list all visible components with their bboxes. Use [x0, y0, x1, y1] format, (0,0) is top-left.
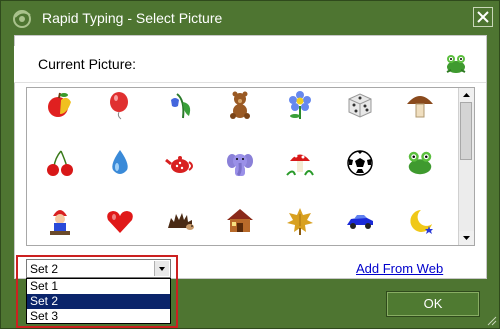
- picture-cherries[interactable]: [45, 148, 75, 178]
- mushroom-icon: [407, 96, 433, 118]
- cherries-icon: [47, 150, 73, 176]
- picture-car[interactable]: [345, 206, 375, 236]
- app-logo-icon: [13, 10, 31, 28]
- title-bar[interactable]: Rapid Typing - Select Picture: [1, 1, 499, 35]
- highlight-annotation: [16, 255, 178, 328]
- picture-soccer-ball[interactable]: [345, 148, 375, 178]
- picture-gnome[interactable]: [45, 206, 75, 236]
- window-title: Rapid Typing - Select Picture: [42, 10, 223, 26]
- current-picture-header: Current Picture:: [14, 46, 486, 83]
- close-button[interactable]: [473, 7, 493, 27]
- resize-grip-icon[interactable]: [487, 316, 497, 326]
- car-icon: [347, 215, 373, 229]
- water-drop-icon: [112, 150, 128, 174]
- picture-blue-flower[interactable]: [285, 90, 315, 120]
- arrow-up-icon: [463, 93, 470, 97]
- balloon-icon: [110, 92, 128, 120]
- picture-elephant[interactable]: [225, 148, 255, 178]
- gnome-icon: [50, 210, 70, 235]
- hedgehog-icon: [168, 213, 194, 230]
- current-picture-label: Current Picture:: [38, 56, 137, 72]
- frog-icon: [408, 151, 432, 175]
- heart-icon: [107, 211, 133, 233]
- picture-toadstool[interactable]: [285, 148, 315, 178]
- picture-teapot[interactable]: [165, 148, 195, 178]
- elephant-icon: [227, 154, 253, 177]
- dice-icon: [348, 93, 372, 118]
- picture-water-drop[interactable]: [105, 148, 135, 178]
- blue-flower-icon: [289, 91, 311, 119]
- ok-button[interactable]: OK: [386, 291, 480, 317]
- toadstool-icon: [286, 151, 314, 176]
- select-picture-dialog: Rapid Typing - Select Picture Current Pi…: [0, 0, 500, 329]
- add-from-web-link[interactable]: Add From Web: [356, 261, 443, 276]
- close-icon: [477, 11, 489, 23]
- picture-apple[interactable]: [45, 90, 75, 120]
- picture-frog[interactable]: [405, 148, 435, 178]
- picture-mushroom[interactable]: [405, 90, 435, 120]
- picture-dice[interactable]: [345, 90, 375, 120]
- picture-balloon[interactable]: [105, 90, 135, 120]
- scrollbar-thumb[interactable]: [460, 102, 472, 160]
- picture-house[interactable]: [225, 206, 255, 236]
- crescent-moon-icon: [410, 210, 433, 234]
- picture-maple-leaf[interactable]: [285, 206, 315, 236]
- scroll-up-button[interactable]: [459, 88, 474, 102]
- vertical-scrollbar[interactable]: [458, 88, 474, 245]
- teapot-icon: [165, 156, 193, 173]
- picture-bluebell[interactable]: [165, 90, 195, 120]
- picture-heart[interactable]: [105, 206, 135, 236]
- frog-icon: [446, 55, 466, 73]
- picture-hedgehog[interactable]: [165, 206, 195, 236]
- bluebell-flower-icon: [171, 93, 191, 119]
- teddy-bear-icon: [230, 91, 250, 119]
- picture-teddy-bear[interactable]: [225, 90, 255, 120]
- house-icon: [227, 209, 253, 232]
- picture-crescent-moon[interactable]: [405, 206, 435, 236]
- apple-icon: [48, 92, 71, 117]
- scroll-down-button[interactable]: [459, 231, 474, 245]
- arrow-down-icon: [463, 236, 470, 240]
- picture-grid[interactable]: [26, 87, 475, 246]
- soccer-ball-icon: [347, 150, 373, 176]
- maple-leaf-icon: [287, 208, 313, 235]
